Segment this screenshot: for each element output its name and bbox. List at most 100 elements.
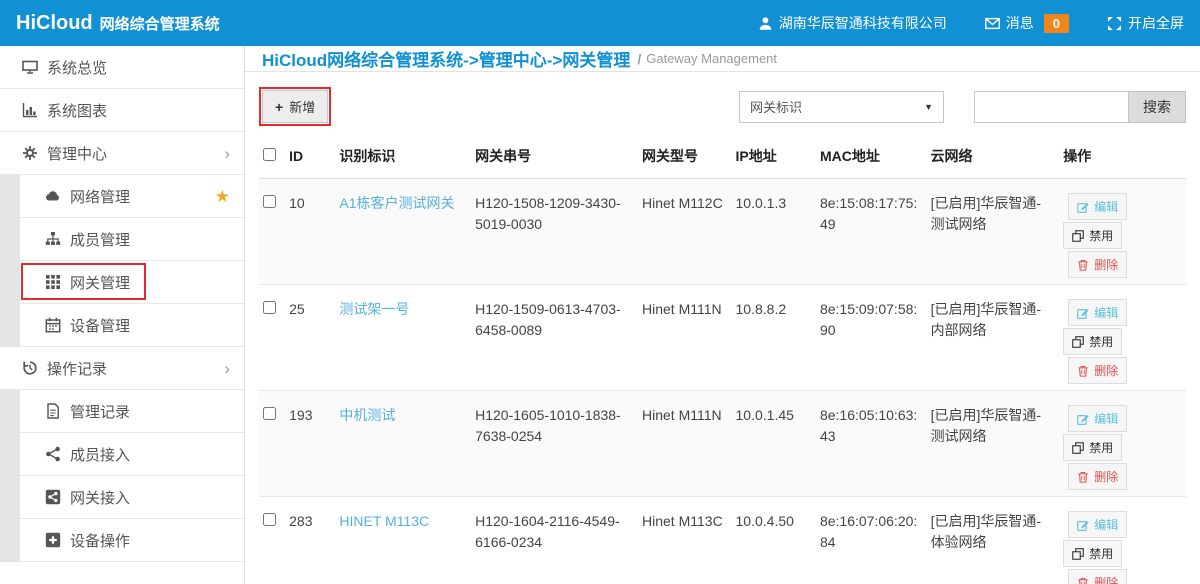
sidebar-item-label: 系统图表 [47, 100, 107, 121]
management-center-submenu: 网络管理 ★ 成员管理 网关管理 设备管理 [0, 175, 244, 347]
cell-model: Hinet M112C [638, 179, 732, 285]
sidebar-item-label: 管理中心 [47, 143, 107, 164]
disable-button-label: 禁用 [1089, 545, 1113, 562]
sidebar-item-gateway-management[interactable]: 网关管理 [20, 261, 244, 304]
cell-mac: 8e:15:09:07:58:90 [816, 285, 927, 391]
row-checkbox[interactable] [263, 301, 276, 314]
add-button[interactable]: + 新增 [262, 90, 328, 123]
sidebar-item-device-operation[interactable]: 设备操作 [20, 519, 244, 562]
cell-serial: H120-1604-2116-4549-6166-0234 [471, 497, 638, 584]
col-header-mac: MAC地址 [816, 140, 927, 179]
edit-button[interactable]: 编辑 [1068, 405, 1127, 432]
gateway-name-link[interactable]: 测试架一号 [339, 301, 409, 317]
clone-icon [1072, 336, 1084, 348]
cell-id: 283 [285, 497, 335, 584]
cell-serial: H120-1509-0613-4703-6458-0089 [471, 285, 638, 391]
sidebar-item-system-overview[interactable]: 系统总览 [0, 46, 244, 89]
disable-button-label: 禁用 [1089, 439, 1113, 456]
cell-cloud: [已启用]华辰智通-测试网络 [927, 391, 1060, 497]
cell-ip: 10.0.1.3 [732, 179, 816, 285]
table-header-row: ID 识别标识 网关串号 网关型号 IP地址 MAC地址 云网络 操作 [259, 140, 1186, 179]
sidebar-item-management-records[interactable]: 管理记录 [20, 390, 244, 433]
col-header-ip: IP地址 [732, 140, 816, 179]
col-header-id: ID [285, 140, 335, 179]
delete-button[interactable]: 删除 [1068, 569, 1127, 584]
fullscreen-toggle[interactable]: 开启全屏 [1107, 13, 1184, 33]
disable-button[interactable]: 禁用 [1063, 328, 1122, 355]
table-row: 25 测试架一号 H120-1509-0613-4703-6458-0089 H… [259, 285, 1186, 391]
row-checkbox[interactable] [263, 407, 276, 420]
search-group: 搜索 [974, 91, 1186, 123]
row-checkbox[interactable] [263, 513, 276, 526]
sidebar-item-label: 设备操作 [70, 530, 130, 551]
filter-field-select[interactable]: 网关标识 ▼ [739, 91, 944, 123]
gateway-table: ID 识别标识 网关串号 网关型号 IP地址 MAC地址 云网络 操作 10 [259, 140, 1186, 584]
company-name: 湖南华辰智通科技有限公司 [779, 13, 947, 33]
fullscreen-label: 开启全屏 [1128, 13, 1184, 33]
cell-mac: 8e:16:05:10:63:43 [816, 391, 927, 497]
messages-count-badge: 0 [1044, 14, 1069, 33]
chevron-right-icon: › [224, 145, 230, 162]
cell-ip: 10.0.1.45 [732, 391, 816, 497]
monitor-icon [22, 59, 38, 75]
edit-button[interactable]: 编辑 [1068, 193, 1127, 220]
delete-button[interactable]: 删除 [1068, 463, 1127, 490]
breadcrumb-divider: / [637, 51, 641, 67]
breadcrumb: HiCloud网络综合管理系统->管理中心->网关管理 [262, 46, 630, 71]
sidebar-item-member-access[interactable]: 成员接入 [20, 433, 244, 476]
gateway-name-link[interactable]: 中机测试 [339, 407, 395, 423]
plus-square-icon [45, 532, 61, 548]
col-header-actions: 操作 [1059, 140, 1186, 179]
table-row: 283 HINET M113C H120-1604-2116-4549-6166… [259, 497, 1186, 584]
sidebar-item-label: 系统总览 [47, 57, 107, 78]
breadcrumb-subtitle: Gateway Management [646, 51, 777, 66]
sidebar-item-operation-records[interactable]: 操作记录 › [0, 347, 244, 390]
company-menu[interactable]: 湖南华辰智通科技有限公司 [758, 13, 947, 33]
sidebar-item-gateway-access[interactable]: 网关接入 [20, 476, 244, 519]
sidebar-item-label: 操作记录 [47, 358, 107, 379]
edit-icon [1077, 413, 1089, 425]
delete-button-label: 删除 [1094, 256, 1118, 273]
envelope-icon [985, 16, 1000, 31]
messages-menu[interactable]: 消息 0 [985, 13, 1069, 33]
user-icon [758, 16, 773, 31]
select-all-checkbox[interactable] [263, 148, 276, 161]
row-checkbox[interactable] [263, 195, 276, 208]
edit-button[interactable]: 编辑 [1068, 299, 1127, 326]
gateway-name-link[interactable]: HINET M113C [339, 513, 429, 529]
cell-cloud: [已启用]华辰智通-内部网络 [927, 285, 1060, 391]
disable-button[interactable]: 禁用 [1063, 222, 1122, 249]
cell-cloud: [已启用]华辰智通-测试网络 [927, 179, 1060, 285]
edit-button[interactable]: 编辑 [1068, 511, 1127, 538]
delete-button-label: 删除 [1094, 468, 1118, 485]
sidebar-item-management-center[interactable]: 管理中心 › [0, 132, 244, 175]
sidebar-item-label: 成员接入 [70, 444, 130, 465]
table-toolbar: + 新增 网关标识 ▼ 搜索 [259, 87, 1186, 126]
delete-button-label: 删除 [1094, 574, 1118, 584]
sidebar-item-device-management[interactable]: 设备管理 [20, 304, 244, 347]
grid-icon [45, 274, 61, 290]
gateway-name-link[interactable]: A1栋客户测试网关 [339, 195, 454, 211]
share-square-icon [45, 489, 61, 505]
cell-id: 193 [285, 391, 335, 497]
cell-ip: 10.8.8.2 [732, 285, 816, 391]
share-icon [45, 446, 61, 462]
main-content: HiCloud网络综合管理系统->管理中心->网关管理 / Gateway Ma… [245, 46, 1200, 584]
delete-button[interactable]: 删除 [1068, 251, 1127, 278]
search-button[interactable]: 搜索 [1128, 91, 1186, 123]
search-input[interactable] [974, 91, 1128, 123]
col-header-model: 网关型号 [638, 140, 732, 179]
sitemap-icon [45, 231, 61, 247]
clone-icon [1072, 442, 1084, 454]
cell-id: 10 [285, 179, 335, 285]
edit-icon [1077, 519, 1089, 531]
disable-button[interactable]: 禁用 [1063, 434, 1122, 461]
sidebar-item-network-management[interactable]: 网络管理 ★ [20, 175, 244, 218]
disable-button-label: 禁用 [1089, 333, 1113, 350]
sidebar-item-member-management[interactable]: 成员管理 [20, 218, 244, 261]
cell-model: Hinet M113C [638, 497, 732, 584]
disable-button[interactable]: 禁用 [1063, 540, 1122, 567]
calendar-icon [45, 317, 61, 333]
delete-button[interactable]: 删除 [1068, 357, 1127, 384]
sidebar-item-system-charts[interactable]: 系统图表 [0, 89, 244, 132]
